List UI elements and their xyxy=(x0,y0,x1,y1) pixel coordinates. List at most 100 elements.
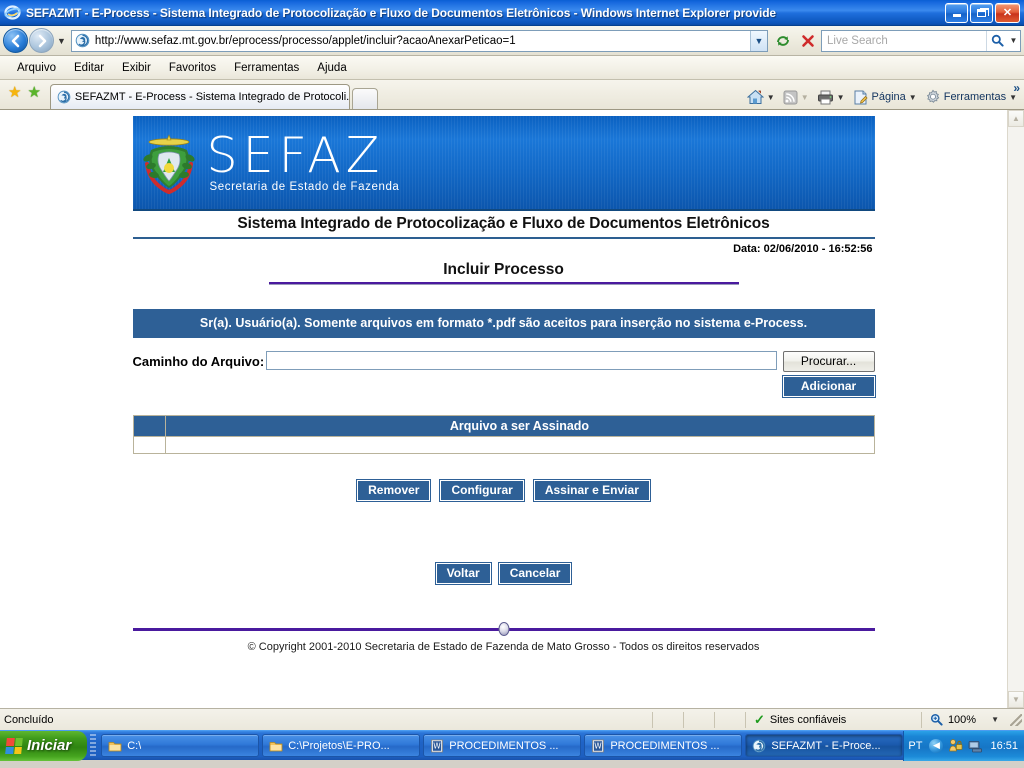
table-row[interactable] xyxy=(132,436,875,454)
menu-item-ferramentas[interactable]: Ferramentas xyxy=(225,61,308,75)
tray-security-icon[interactable] xyxy=(948,738,963,753)
tools-menu-label: Ferramentas xyxy=(943,91,1007,103)
search-provider-dropdown-icon[interactable]: ▼ xyxy=(1007,31,1020,51)
new-tab-button[interactable] xyxy=(351,88,378,109)
status-slot-3 xyxy=(715,710,745,730)
folder-icon xyxy=(108,739,122,753)
taskbar-item-label: PROCEDIMENTOS ... xyxy=(449,739,559,752)
taskbar-item-label: C:\Projetos\E-PRO... xyxy=(288,739,390,752)
system-tray: PT ◀ 16:51 xyxy=(903,730,1024,761)
back-button[interactable] xyxy=(3,28,28,53)
menu-item-editar[interactable]: Editar xyxy=(65,61,113,75)
files-to-sign-table: Arquivo a ser Assinado xyxy=(132,415,875,454)
home-button[interactable]: ▼ xyxy=(744,88,778,106)
tray-network-icon[interactable] xyxy=(968,739,983,753)
menu-item-ajuda[interactable]: Ajuda xyxy=(308,61,355,75)
navigation-actions-row: Voltar Cancelar xyxy=(133,562,875,585)
tab-bar: ★ ★ SEFAZMT - E-Process - Sistema Integr… xyxy=(0,80,1024,110)
page-caret-icon[interactable]: ▼ xyxy=(909,93,917,102)
tools-menu-button[interactable]: Ferramentas ▼ xyxy=(922,88,1020,106)
page-viewport: SEFAZ Secretaria de Estado de Fazenda Si… xyxy=(0,110,1024,708)
date-time-text: Data: 02/06/2010 - 16:52:56 xyxy=(733,243,873,255)
browse-button[interactable]: Procurar... xyxy=(782,351,875,372)
window-controls: ✕ xyxy=(945,2,1022,23)
add-button[interactable]: Adicionar xyxy=(781,375,876,398)
taskbar-item[interactable]: W PROCEDIMENTOS ... xyxy=(584,734,743,757)
print-caret-icon[interactable]: ▼ xyxy=(837,93,845,102)
file-actions-row: Remover Configurar Assinar e Enviar xyxy=(133,479,875,502)
home-caret-icon[interactable]: ▼ xyxy=(767,93,775,102)
file-action-buttons: Procurar... Adicionar xyxy=(781,351,876,398)
zoom-caret-icon[interactable]: ▼ xyxy=(991,715,999,724)
start-button-label: Iniciar xyxy=(27,737,72,754)
feeds-button[interactable]: ▼ xyxy=(780,89,812,106)
browser-tab-active[interactable]: SEFAZMT - E-Process - Sistema Integrado … xyxy=(49,84,350,109)
print-button[interactable]: ▼ xyxy=(814,89,848,106)
sefaz-brand-text: SEFAZ xyxy=(206,126,385,184)
security-zone-label: Sites confiáveis xyxy=(769,713,847,726)
taskbar-item[interactable]: W PROCEDIMENTOS ... xyxy=(423,734,582,757)
refresh-button[interactable] xyxy=(771,29,794,52)
svg-text:W: W xyxy=(434,741,442,750)
resize-grip-icon[interactable] xyxy=(1010,713,1022,726)
show-hidden-icons-chevron-icon[interactable]: ◀ xyxy=(929,738,944,753)
cancel-button[interactable]: Cancelar xyxy=(497,562,573,585)
scroll-up-button[interactable]: ▲ xyxy=(1008,110,1024,127)
search-placeholder-text: Live Search xyxy=(827,34,888,47)
table-cell-filename xyxy=(164,436,875,454)
back-button-page[interactable]: Voltar xyxy=(434,562,492,585)
sefaz-banner: SEFAZ Secretaria de Estado de Fazenda xyxy=(132,116,875,211)
favorites-center-icon[interactable]: ★ xyxy=(8,85,21,100)
system-clock[interactable]: 16:51 xyxy=(988,740,1018,752)
close-button[interactable]: ✕ xyxy=(995,2,1020,23)
page-scrollbar[interactable]: ▲ ▼ xyxy=(1007,110,1024,708)
menu-item-exibir[interactable]: Exibir xyxy=(113,61,160,75)
feeds-caret-icon: ▼ xyxy=(800,92,809,102)
table-header-select xyxy=(132,415,166,437)
windows-taskbar: Iniciar C:\ C:\Projetos\E-PRO... W PROCE… xyxy=(0,730,1024,761)
taskbar-item-active[interactable]: SEFAZMT - E-Proce... xyxy=(745,734,904,757)
table-header-row: Arquivo a ser Assinado xyxy=(132,415,875,437)
maximize-button[interactable] xyxy=(970,2,993,23)
command-bar-overflow-icon[interactable]: » xyxy=(1013,81,1020,95)
word-document-icon: W xyxy=(430,739,444,753)
search-icon[interactable] xyxy=(986,30,1007,51)
status-slot-1 xyxy=(653,710,683,730)
address-dropdown-icon[interactable]: ▼ xyxy=(750,30,767,51)
search-input[interactable]: Live Search ▼ xyxy=(821,29,1021,52)
table-cell-select[interactable] xyxy=(132,436,166,454)
forward-button[interactable] xyxy=(29,28,54,53)
file-path-input[interactable] xyxy=(266,351,777,370)
page-icon xyxy=(853,90,869,105)
taskbar-item[interactable]: C:\Projetos\E-PRO... xyxy=(262,734,421,757)
recent-pages-dropdown-icon[interactable]: ▼ xyxy=(54,36,71,46)
window-title: SEFAZMT - E-Process - Sistema Integrado … xyxy=(26,5,776,20)
zoom-control[interactable]: 100% ▼ xyxy=(922,710,1007,730)
footer-divider-dot-icon xyxy=(498,622,509,636)
favorites-buttons: ★ ★ xyxy=(5,79,44,109)
page-menu-button[interactable]: Página ▼ xyxy=(850,89,920,106)
taskbar-grip-icon[interactable] xyxy=(90,733,97,758)
start-button[interactable]: Iniciar xyxy=(0,730,88,761)
menu-bar: Arquivo Editar Exibir Favoritos Ferramen… xyxy=(0,56,1024,80)
configure-button[interactable]: Configurar xyxy=(439,479,525,502)
file-path-row: Caminho do Arquivo: Procurar... Adiciona… xyxy=(133,351,876,398)
menu-item-arquivo[interactable]: Arquivo xyxy=(8,61,65,75)
status-text: Concluído xyxy=(4,713,54,726)
stop-button[interactable] xyxy=(796,29,819,52)
scroll-down-button[interactable]: ▼ xyxy=(1008,691,1024,708)
copyright-text: © Copyright 2001-2010 Secretaria de Esta… xyxy=(247,641,760,653)
sign-and-send-button[interactable]: Assinar e Enviar xyxy=(532,479,651,502)
language-indicator[interactable]: PT xyxy=(908,740,924,752)
remove-button[interactable]: Remover xyxy=(356,479,432,502)
internet-explorer-icon xyxy=(4,4,21,21)
status-slot-2 xyxy=(684,710,714,730)
page-favicon-icon xyxy=(75,33,91,49)
address-bar[interactable]: http://www.sefaz.mt.gov.br/eprocess/proc… xyxy=(70,29,768,52)
security-zone[interactable]: ✓ Sites confiáveis xyxy=(746,710,921,730)
taskbar-item[interactable]: C:\ xyxy=(101,734,260,757)
menu-item-favoritos[interactable]: Favoritos xyxy=(160,61,225,75)
minimize-button[interactable] xyxy=(945,2,968,23)
tab-title: SEFAZMT - E-Process - Sistema Integrado … xyxy=(74,91,350,103)
add-to-favorites-icon[interactable]: ★ xyxy=(27,85,40,100)
